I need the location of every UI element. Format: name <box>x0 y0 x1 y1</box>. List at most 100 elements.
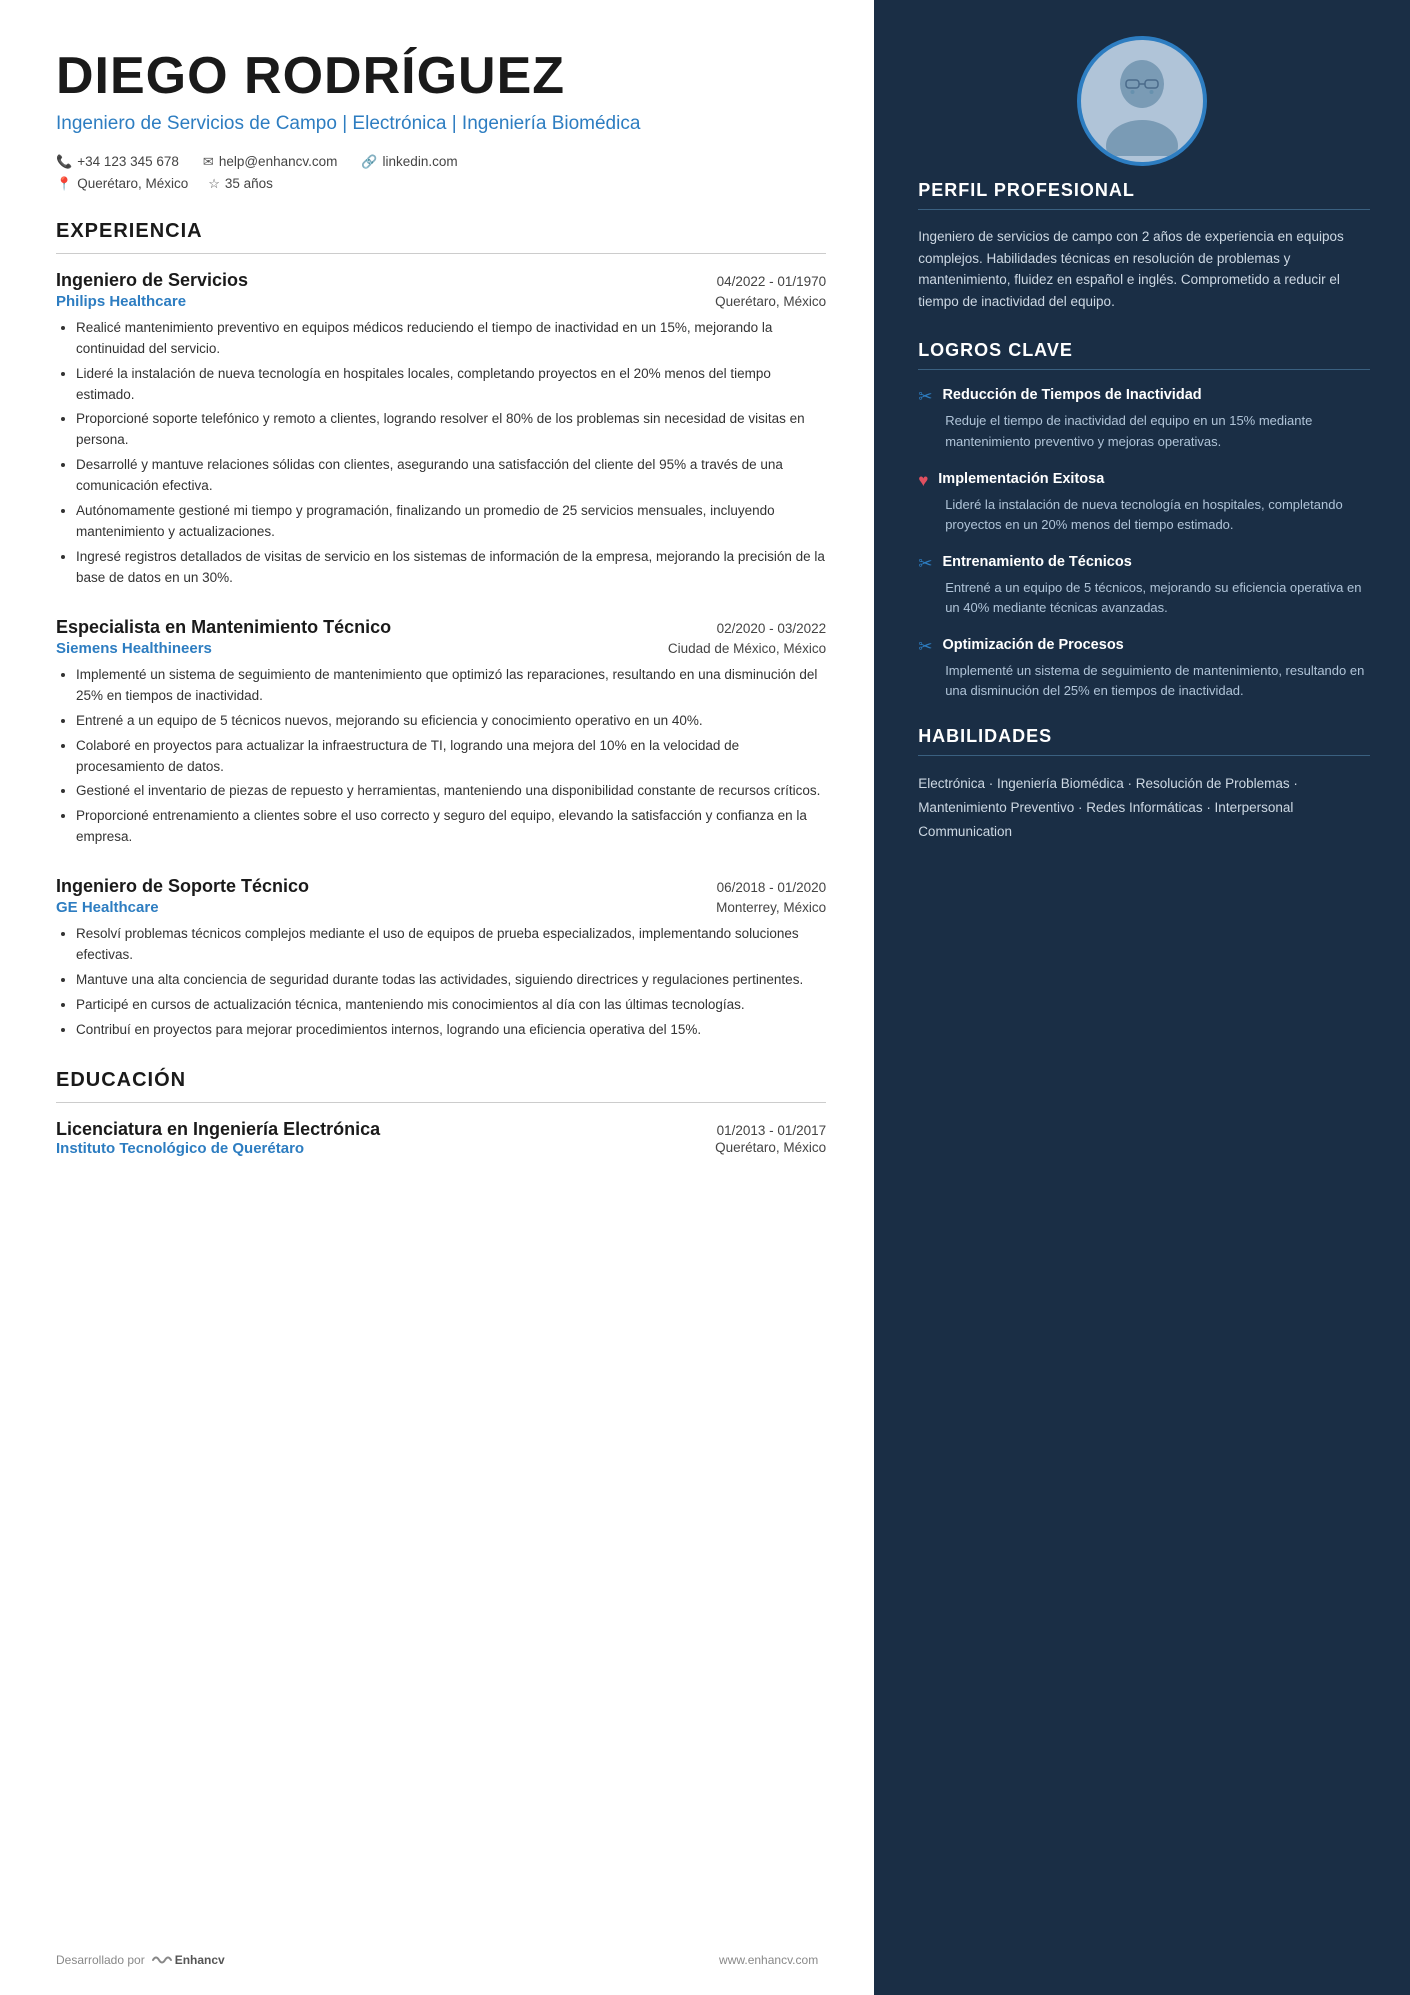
enhancv-brand-name: Enhancv <box>175 1953 225 1967</box>
skills-section: HABILIDADES Electrónica · Ingeniería Bio… <box>918 726 1370 845</box>
phone-contact: 📞 +34 123 345 678 <box>56 154 179 170</box>
email-contact: ✉ help@enhancv.com <box>203 154 337 170</box>
achievement-1-icon: ✂ <box>918 387 932 407</box>
achievement-2-desc: Lideré la instalación de nueva tecnologí… <box>918 495 1370 535</box>
bullet: Proporcioné soporte telefónico y remoto … <box>76 409 826 451</box>
footer-brand: Desarrollado por Enhancv <box>56 1953 225 1967</box>
achievement-2-title: Implementación Exitosa <box>938 470 1104 489</box>
job-1-dates: 04/2022 - 01/1970 <box>717 274 827 289</box>
bullet: Contribuí en proyectos para mejorar proc… <box>76 1020 826 1041</box>
location-contact: 📍 Querétaro, México <box>56 176 188 192</box>
profile-divider <box>918 209 1370 210</box>
job-2-company: Siemens Healthineers <box>56 640 212 657</box>
job-3-header: Ingeniero de Soporte Técnico 06/2018 - 0… <box>56 876 826 897</box>
footer-website: www.enhancv.com <box>719 1953 818 1967</box>
job-3-dates: 06/2018 - 01/2020 <box>717 880 827 895</box>
candidate-title: Ingeniero de Servicios de Campo | Electr… <box>56 111 826 138</box>
bullet: Mantuve una alta conciencia de seguridad… <box>76 970 826 991</box>
achievements-heading: LOGROS CLAVE <box>918 340 1370 361</box>
achievement-1: ✂ Reducción de Tiempos de Inactividad Re… <box>918 386 1370 451</box>
bullet: Ingresé registros detallados de visitas … <box>76 547 826 589</box>
job-3-location: Monterrey, México <box>716 900 826 915</box>
profile-heading: PERFIL PROFESIONAL <box>918 180 1370 201</box>
achievement-1-header: ✂ Reducción de Tiempos de Inactividad <box>918 386 1370 407</box>
linkedin-contact: 🔗 linkedin.com <box>361 154 457 170</box>
bullet: Proporcioné entrenamiento a clientes sob… <box>76 806 826 848</box>
job-1-header: Ingeniero de Servicios 04/2022 - 01/1970 <box>56 270 826 291</box>
job-2-location: Ciudad de México, México <box>668 641 826 656</box>
job-3-company: GE Healthcare <box>56 899 159 916</box>
job-1-bullets: Realicé mantenimiento preventivo en equi… <box>56 318 826 589</box>
bullet: Realicé mantenimiento preventivo en equi… <box>76 318 826 360</box>
job-1-company: Philips Healthcare <box>56 293 186 310</box>
avatar <box>1077 36 1207 166</box>
education-heading: EDUCACIÓN <box>56 1069 826 1092</box>
header-meta: 📍 Querétaro, México ☆ 35 años <box>56 176 826 192</box>
education-section: EDUCACIÓN Licenciatura en Ingeniería Ele… <box>56 1069 826 1157</box>
footer: Desarrollado por Enhancv www.enhancv.com <box>0 1953 874 1967</box>
job-2-company-row: Siemens Healthineers Ciudad de México, M… <box>56 640 826 657</box>
left-column: DIEGO RODRÍGUEZ Ingeniero de Servicios d… <box>0 0 874 1995</box>
achievement-2: ♥ Implementación Exitosa Lideré la insta… <box>918 470 1370 535</box>
job-1-location: Querétaro, México <box>715 294 826 309</box>
job-3-bullets: Resolví problemas técnicos complejos med… <box>56 924 826 1041</box>
achievement-3-icon: ✂ <box>918 554 932 574</box>
profile-text: Ingeniero de servicios de campo con 2 añ… <box>918 226 1370 312</box>
achievement-3-title: Entrenamiento de Técnicos <box>942 553 1131 572</box>
edu-1-location: Querétaro, México <box>715 1140 826 1157</box>
job-2-header: Especialista en Mantenimiento Técnico 02… <box>56 617 826 638</box>
edu-1-inst-row: Instituto Tecnológico de Querétaro Queré… <box>56 1140 826 1157</box>
achievement-3-header: ✂ Entrenamiento de Técnicos <box>918 553 1370 574</box>
achievements-section: LOGROS CLAVE ✂ Reducción de Tiempos de I… <box>918 340 1370 701</box>
bullet: Lideré la instalación de nueva tecnologí… <box>76 364 826 406</box>
achievement-4: ✂ Optimización de Procesos Implementé un… <box>918 636 1370 701</box>
achievement-1-title: Reducción de Tiempos de Inactividad <box>942 386 1201 405</box>
edu-1-title: Licenciatura en Ingeniería Electrónica <box>56 1119 380 1140</box>
achievement-4-desc: Implementé un sistema de seguimiento de … <box>918 661 1370 701</box>
achievement-1-desc: Reduje el tiempo de inactividad del equi… <box>918 411 1370 451</box>
avatar-area <box>874 36 1410 166</box>
age-contact: ☆ 35 años <box>208 176 273 192</box>
phone-icon: 📞 <box>56 154 72 170</box>
linkedin-icon: 🔗 <box>361 154 377 170</box>
achievement-4-header: ✂ Optimización de Procesos <box>918 636 1370 657</box>
achievement-3: ✂ Entrenamiento de Técnicos Entrené a un… <box>918 553 1370 618</box>
bullet: Colaboré en proyectos para actualizar la… <box>76 736 826 778</box>
job-1-title: Ingeniero de Servicios <box>56 270 248 291</box>
education-divider <box>56 1102 826 1103</box>
skills-divider <box>918 755 1370 756</box>
right-column: PERFIL PROFESIONAL Ingeniero de servicio… <box>874 0 1410 1995</box>
experience-section: EXPERIENCIA Ingeniero de Servicios 04/20… <box>56 220 826 1041</box>
job-2-title: Especialista en Mantenimiento Técnico <box>56 617 391 638</box>
bullet: Participé en cursos de actualización téc… <box>76 995 826 1016</box>
experience-divider <box>56 253 826 254</box>
achievements-divider <box>918 369 1370 370</box>
job-3: Ingeniero de Soporte Técnico 06/2018 - 0… <box>56 876 826 1041</box>
bullet: Resolví problemas técnicos complejos med… <box>76 924 826 966</box>
age-icon: ☆ <box>208 176 220 192</box>
profile-section: PERFIL PROFESIONAL Ingeniero de servicio… <box>918 180 1370 312</box>
bullet: Implementé un sistema de seguimiento de … <box>76 665 826 707</box>
achievement-2-icon: ♥ <box>918 471 928 491</box>
achievement-4-title: Optimización de Procesos <box>942 636 1123 655</box>
skills-heading: HABILIDADES <box>918 726 1370 747</box>
header: DIEGO RODRÍGUEZ Ingeniero de Servicios d… <box>56 48 826 192</box>
developed-by-label: Desarrollado por <box>56 1953 145 1967</box>
bullet: Desarrollé y mantuve relaciones sólidas … <box>76 455 826 497</box>
job-3-company-row: GE Healthcare Monterrey, México <box>56 899 826 916</box>
bullet: Gestioné el inventario de piezas de repu… <box>76 781 826 802</box>
skills-list: Electrónica · Ingeniería Biomédica · Res… <box>918 772 1370 845</box>
edu-1-header: Licenciatura en Ingeniería Electrónica 0… <box>56 1119 826 1140</box>
job-1: Ingeniero de Servicios 04/2022 - 01/1970… <box>56 270 826 589</box>
bullet: Entrené a un equipo de 5 técnicos nuevos… <box>76 711 826 732</box>
edu-1: Licenciatura en Ingeniería Electrónica 0… <box>56 1119 826 1157</box>
achievement-3-desc: Entrené a un equipo de 5 técnicos, mejor… <box>918 578 1370 618</box>
achievement-4-icon: ✂ <box>918 637 932 657</box>
job-1-company-row: Philips Healthcare Querétaro, México <box>56 293 826 310</box>
email-icon: ✉ <box>203 154 214 170</box>
edu-1-institution: Instituto Tecnológico de Querétaro <box>56 1140 304 1157</box>
location-icon: 📍 <box>56 176 72 192</box>
job-2-bullets: Implementé un sistema de seguimiento de … <box>56 665 826 848</box>
enhancv-logo: Enhancv <box>151 1953 225 1967</box>
contact-row: 📞 +34 123 345 678 ✉ help@enhancv.com 🔗 l… <box>56 154 826 170</box>
